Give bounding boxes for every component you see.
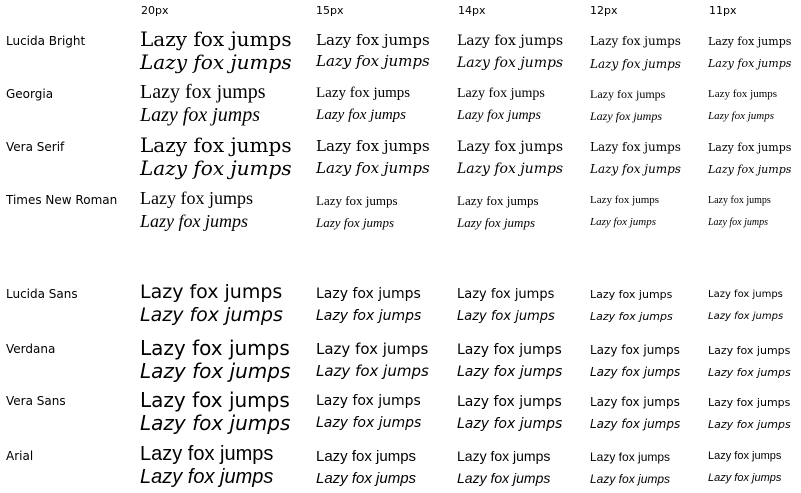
sample-vera-sans-11-regular: Lazy fox jumps bbox=[708, 396, 791, 409]
sample-verdana-12-regular: Lazy fox jumps bbox=[590, 343, 680, 357]
sample-lucida-sans-12-regular: Lazy fox jumps bbox=[590, 288, 673, 301]
sample-vera-sans-20-italic: Lazy fox jumps bbox=[140, 411, 291, 435]
sample-verdana-11-regular: Lazy fox jumps bbox=[708, 344, 791, 357]
sample-vera-serif-14-regular: Lazy fox jumps bbox=[457, 139, 564, 155]
sample-vera-serif-15-italic: Lazy fox jumps bbox=[316, 159, 430, 177]
sample-vera-sans-15-italic: Lazy fox jumps bbox=[316, 415, 422, 431]
sample-lucida-bright-14-italic: Lazy fox jumps bbox=[457, 55, 564, 71]
sample-lucida-bright-11-italic: Lazy fox jumps bbox=[708, 57, 792, 70]
font-label-georgia: Georgia bbox=[6, 87, 54, 101]
font-label-vera-serif: Vera Serif bbox=[6, 140, 65, 154]
sample-georgia-12-regular: Lazy fox jumps bbox=[590, 87, 666, 101]
sample-verdana-14-regular: Lazy fox jumps bbox=[457, 342, 562, 358]
sample-vera-serif-15-regular: Lazy fox jumps bbox=[316, 137, 430, 155]
column-header-14px: 14px bbox=[458, 4, 486, 17]
sample-verdana-14-italic: Lazy fox jumps bbox=[457, 364, 563, 380]
sample-arial-12-italic: Lazy fox jumps bbox=[590, 472, 671, 486]
font-label-lucida-bright: Lucida Bright bbox=[6, 34, 86, 48]
sample-arial-14-regular: Lazy fox jumps bbox=[457, 448, 551, 464]
column-header-11px: 11px bbox=[709, 4, 737, 17]
sample-vera-serif-20-italic: Lazy fox jumps bbox=[140, 156, 292, 180]
sample-georgia-20-regular: Lazy fox jumps bbox=[140, 81, 266, 103]
font-label-vera-sans: Vera Sans bbox=[6, 394, 66, 408]
sample-lucida-sans-12-italic: Lazy fox jumps bbox=[590, 310, 673, 323]
sample-georgia-15-regular: Lazy fox jumps bbox=[316, 85, 411, 101]
sample-vera-serif-12-regular: Lazy fox jumps bbox=[590, 140, 681, 154]
sample-times-new-roman-11-regular: Lazy fox jumps bbox=[708, 195, 771, 206]
sample-lucida-bright-11-regular: Lazy fox jumps bbox=[708, 35, 792, 48]
sample-lucida-sans-20-regular: Lazy fox jumps bbox=[140, 281, 283, 303]
sample-times-new-roman-11-italic: Lazy fox jumps bbox=[708, 217, 768, 228]
sample-vera-serif-11-italic: Lazy fox jumps bbox=[708, 163, 792, 176]
sample-lucida-bright-15-regular: Lazy fox jumps bbox=[316, 31, 430, 49]
sample-times-new-roman-15-regular: Lazy fox jumps bbox=[316, 193, 398, 208]
sample-vera-sans-15-regular: Lazy fox jumps bbox=[316, 393, 421, 409]
sample-georgia-20-italic: Lazy fox jumps bbox=[140, 104, 260, 126]
sample-vera-sans-12-italic: Lazy fox jumps bbox=[590, 417, 681, 431]
sample-verdana-15-italic: Lazy fox jumps bbox=[316, 362, 429, 380]
sample-georgia-11-italic: Lazy fox jumps bbox=[708, 110, 774, 122]
font-label-times-new-roman: Times New Roman bbox=[6, 193, 118, 207]
sample-arial-14-italic: Lazy fox jumps bbox=[457, 470, 551, 486]
sample-georgia-14-regular: Lazy fox jumps bbox=[457, 86, 545, 101]
sample-lucida-sans-14-italic: Lazy fox jumps bbox=[457, 309, 555, 324]
sample-verdana-15-regular: Lazy fox jumps bbox=[316, 340, 429, 358]
sample-georgia-15-italic: Lazy fox jumps bbox=[316, 107, 406, 123]
sample-vera-serif-20-regular: Lazy fox jumps bbox=[140, 133, 292, 157]
sample-lucida-sans-11-italic: Lazy fox jumps bbox=[708, 311, 784, 322]
sample-lucida-bright-15-italic: Lazy fox jumps bbox=[316, 52, 430, 70]
sample-arial-11-italic: Lazy fox jumps bbox=[708, 472, 782, 484]
column-header-12px: 12px bbox=[590, 4, 618, 17]
sample-verdana-20-regular: Lazy fox jumps bbox=[140, 336, 290, 360]
sample-times-new-roman-12-regular: Lazy fox jumps bbox=[590, 194, 660, 206]
sample-arial-11-regular: Lazy fox jumps bbox=[708, 450, 782, 462]
sample-vera-sans-12-regular: Lazy fox jumps bbox=[590, 395, 680, 409]
font-label-lucida-sans: Lucida Sans bbox=[6, 287, 78, 301]
sample-times-new-roman-15-italic: Lazy fox jumps bbox=[316, 215, 394, 230]
sample-verdana-11-italic: Lazy fox jumps bbox=[708, 366, 791, 379]
sample-verdana-12-italic: Lazy fox jumps bbox=[590, 365, 681, 379]
sample-vera-serif-11-regular: Lazy fox jumps bbox=[708, 141, 792, 154]
sample-vera-serif-14-italic: Lazy fox jumps bbox=[457, 161, 564, 177]
sample-times-new-roman-14-italic: Lazy fox jumps bbox=[457, 215, 535, 230]
column-header-20px: 20px bbox=[141, 4, 169, 17]
sample-lucida-bright-12-italic: Lazy fox jumps bbox=[590, 57, 681, 71]
sample-georgia-12-italic: Lazy fox jumps bbox=[590, 109, 662, 123]
font-label-verdana: Verdana bbox=[6, 342, 56, 356]
sample-arial-12-regular: Lazy fox jumps bbox=[590, 450, 671, 464]
sample-vera-serif-12-italic: Lazy fox jumps bbox=[590, 162, 681, 176]
sample-vera-sans-20-regular: Lazy fox jumps bbox=[140, 388, 290, 412]
sample-lucida-sans-20-italic: Lazy fox jumps bbox=[140, 304, 283, 326]
sample-arial-20-regular: Lazy fox jumps bbox=[140, 443, 274, 465]
sample-vera-sans-14-regular: Lazy fox jumps bbox=[457, 394, 562, 410]
sample-lucida-bright-20-regular: Lazy fox jumps bbox=[140, 27, 292, 51]
sample-times-new-roman-20-regular: Lazy fox jumps bbox=[140, 188, 253, 208]
sample-lucida-bright-14-regular: Lazy fox jumps bbox=[457, 33, 564, 49]
sample-lucida-bright-20-italic: Lazy fox jumps bbox=[140, 50, 292, 74]
font-label-arial: Arial bbox=[6, 449, 34, 463]
sample-georgia-14-italic: Lazy fox jumps bbox=[457, 108, 541, 123]
sample-lucida-sans-15-italic: Lazy fox jumps bbox=[316, 308, 422, 324]
sample-arial-15-italic: Lazy fox jumps bbox=[316, 470, 417, 487]
sample-lucida-sans-14-regular: Lazy fox jumps bbox=[457, 287, 555, 302]
sample-arial-15-regular: Lazy fox jumps bbox=[316, 448, 417, 465]
sample-times-new-roman-20-italic: Lazy fox jumps bbox=[140, 211, 248, 231]
sample-lucida-sans-11-regular: Lazy fox jumps bbox=[708, 289, 783, 300]
sample-vera-sans-11-italic: Lazy fox jumps bbox=[708, 418, 791, 431]
sample-verdana-20-italic: Lazy fox jumps bbox=[140, 359, 291, 383]
sample-lucida-sans-15-regular: Lazy fox jumps bbox=[316, 286, 421, 302]
column-header-15px: 15px bbox=[316, 4, 344, 17]
sample-vera-sans-14-italic: Lazy fox jumps bbox=[457, 416, 563, 432]
sample-times-new-roman-12-italic: Lazy fox jumps bbox=[590, 216, 656, 228]
sample-arial-20-italic: Lazy fox jumps bbox=[140, 466, 274, 488]
sample-georgia-11-regular: Lazy fox jumps bbox=[708, 88, 778, 100]
sample-lucida-bright-12-regular: Lazy fox jumps bbox=[590, 34, 681, 48]
sample-times-new-roman-14-regular: Lazy fox jumps bbox=[457, 193, 539, 208]
